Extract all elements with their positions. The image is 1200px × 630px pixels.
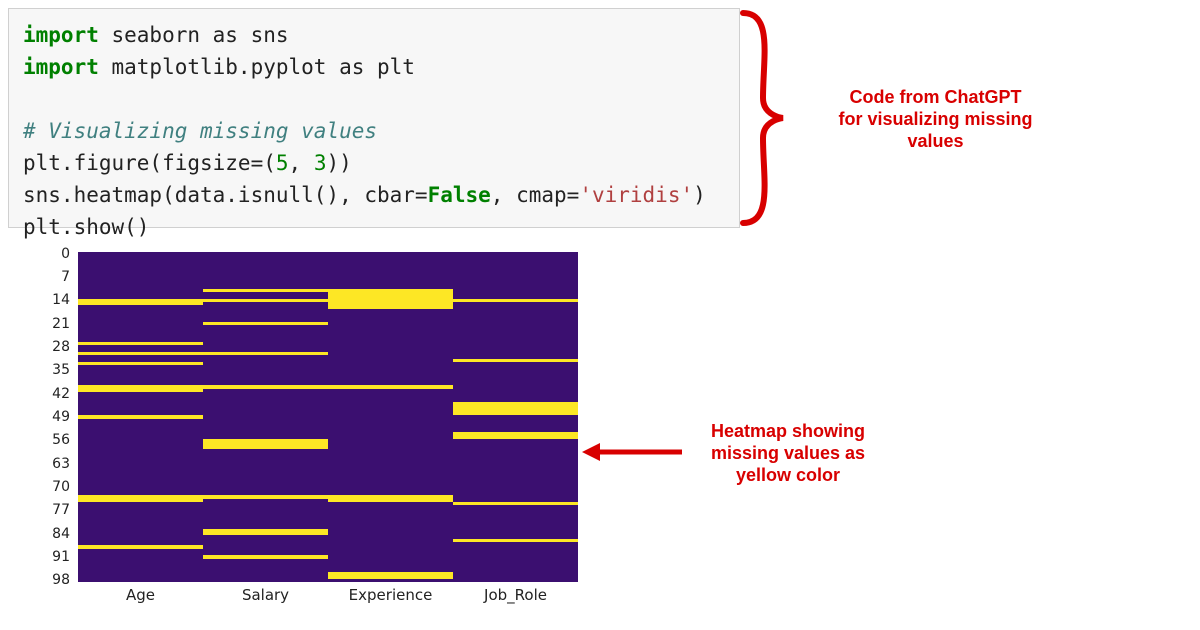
- annotation-heatmap-label: Heatmap showing missing values as yellow…: [693, 420, 883, 486]
- heatmap-chart: 0714212835424956637077849198 AgeSalaryEx…: [38, 252, 578, 612]
- annotation-line: for visualizing missing: [823, 108, 1048, 130]
- code-text: matplotlib.pyplot as plt: [99, 55, 415, 79]
- y-tick-label: 84: [52, 526, 70, 542]
- missing-cell: [328, 385, 453, 388]
- x-tick-label: Job_Role: [484, 586, 547, 604]
- y-tick-label: 28: [52, 339, 70, 355]
- code-text: plt.show(): [23, 215, 149, 239]
- code-text: , cmap=: [491, 183, 580, 207]
- x-tick-label: Salary: [242, 586, 289, 604]
- y-tick-label: 35: [52, 362, 70, 378]
- annotation-line: missing values as: [693, 442, 883, 464]
- annotation-line: Heatmap showing: [693, 420, 883, 442]
- code-kw-import1: import: [23, 23, 99, 47]
- missing-cell: [453, 502, 578, 505]
- missing-cell: [203, 352, 328, 355]
- missing-cell: [453, 299, 578, 302]
- x-tick-label: Age: [126, 586, 155, 604]
- missing-cell: [78, 352, 203, 355]
- y-tick-label: 0: [61, 246, 70, 262]
- missing-cell: [203, 289, 328, 292]
- missing-cell: [203, 385, 328, 388]
- missing-cell: [328, 499, 453, 502]
- y-tick-label: 21: [52, 316, 70, 332]
- code-num: 5: [276, 151, 289, 175]
- annotation-line: Code from ChatGPT: [823, 86, 1048, 108]
- missing-cell: [203, 532, 328, 535]
- y-tick-label: 98: [52, 572, 70, 588]
- missing-cell: [78, 342, 203, 345]
- code-text: ): [693, 183, 706, 207]
- missing-cell: [453, 412, 578, 415]
- y-tick-label: 70: [52, 479, 70, 495]
- code-num: 3: [314, 151, 327, 175]
- x-axis-ticks: Age Salary Experience Job_Role: [78, 584, 578, 608]
- code-text: ,: [289, 151, 314, 175]
- curly-brace-icon: [738, 8, 798, 228]
- missing-cell: [453, 435, 578, 438]
- y-tick-label: 14: [52, 292, 70, 308]
- y-tick-label: 56: [52, 432, 70, 448]
- code-text: plt.figure(figsize=(: [23, 151, 276, 175]
- missing-cell: [328, 575, 453, 578]
- y-tick-label: 49: [52, 409, 70, 425]
- missing-cell: [453, 359, 578, 362]
- missing-cell: [78, 389, 203, 392]
- missing-cell: [78, 302, 203, 305]
- code-text: seaborn as sns: [99, 23, 289, 47]
- code-text: sns.heatmap(data.isnull(), cbar=: [23, 183, 428, 207]
- code-kw-import2: import: [23, 55, 99, 79]
- code-false: False: [428, 183, 491, 207]
- y-tick-label: 63: [52, 456, 70, 472]
- code-string: 'viridis': [579, 183, 693, 207]
- code-block: import seaborn as sns import matplotlib.…: [8, 8, 740, 228]
- heatmap-grid: [78, 252, 578, 582]
- annotation-line: values: [823, 130, 1048, 152]
- y-axis-ticks: 0714212835424956637077849198: [38, 252, 74, 582]
- y-tick-label: 42: [52, 386, 70, 402]
- missing-cell: [203, 495, 328, 498]
- code-comment: # Visualizing missing values: [23, 119, 377, 143]
- missing-cell: [203, 445, 328, 448]
- annotation-line: yellow color: [693, 464, 883, 486]
- y-tick-label: 91: [52, 549, 70, 565]
- missing-cell: [78, 362, 203, 365]
- y-tick-label: 7: [61, 269, 70, 285]
- arrow-left-icon: [582, 440, 682, 464]
- missing-cell: [328, 305, 453, 308]
- annotation-code-label: Code from ChatGPT for visualizing missin…: [823, 86, 1048, 152]
- missing-cell: [78, 545, 203, 548]
- missing-cell: [203, 322, 328, 325]
- code-text: )): [326, 151, 351, 175]
- missing-cell: [78, 415, 203, 418]
- missing-cell: [78, 499, 203, 502]
- x-tick-label: Experience: [349, 586, 433, 604]
- missing-cell: [203, 555, 328, 558]
- missing-cell: [453, 539, 578, 542]
- missing-cell: [203, 299, 328, 302]
- y-tick-label: 77: [52, 502, 70, 518]
